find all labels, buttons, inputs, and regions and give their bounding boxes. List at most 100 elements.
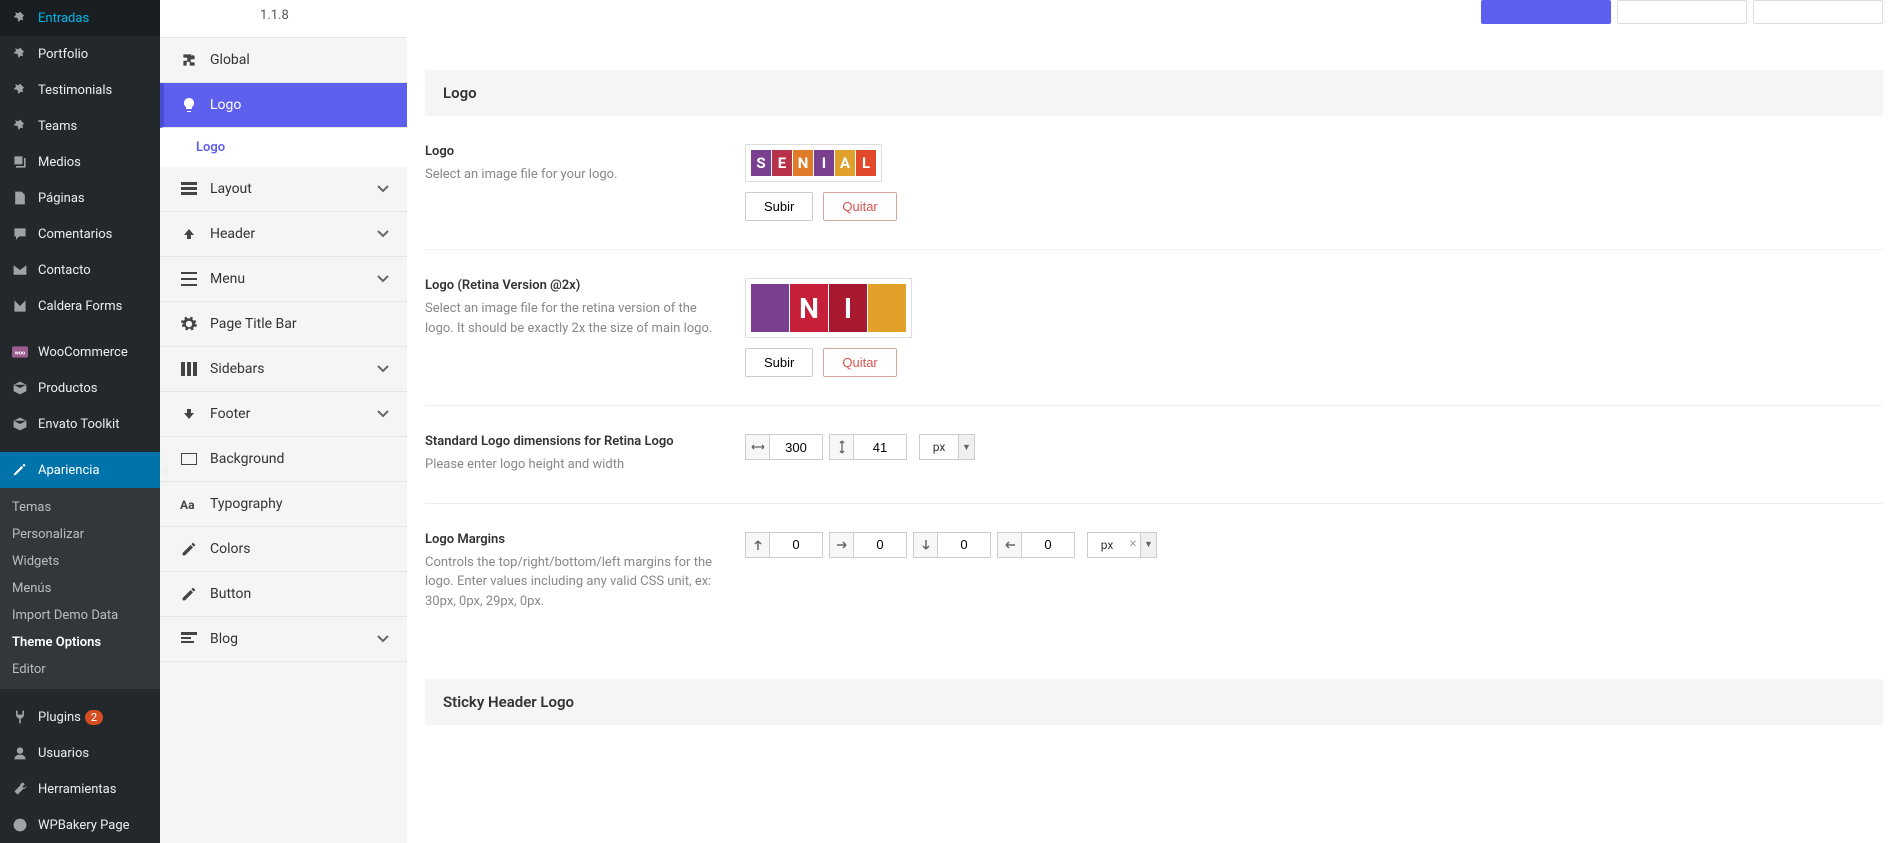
sidebar-item-label: Portfolio	[38, 47, 88, 62]
theme-item-label: Background	[210, 451, 284, 467]
sidebar-item-label: Caldera Forms	[38, 299, 122, 314]
theme-item-background[interactable]: Background	[160, 437, 407, 482]
sidebar-item-label: Medios	[38, 155, 81, 170]
theme-item-sidebars[interactable]: Sidebars	[160, 347, 407, 392]
margin-left-input[interactable]	[1022, 533, 1074, 557]
section-header-sticky: Sticky Header Logo	[425, 679, 1883, 725]
margin-right-field	[829, 532, 907, 558]
field-desc: Select an image file for your logo.	[425, 165, 725, 185]
sidebar-item-label: Páginas	[38, 191, 85, 206]
sidebar-item-caldera-forms[interactable]: Caldera Forms	[0, 288, 160, 324]
logo-tile: I	[829, 284, 867, 332]
sidebar-item-apariencia[interactable]: Apariencia	[0, 452, 160, 488]
theme-item-blog[interactable]: Blog	[160, 617, 407, 662]
margin-top-input[interactable]	[770, 533, 822, 557]
logo-tile: I	[814, 150, 834, 176]
unit-select[interactable]: px ✕ ▼	[1087, 532, 1157, 558]
logo-tile: S	[751, 150, 771, 176]
pin-icon	[10, 8, 30, 28]
theme-item-colors[interactable]: Colors	[160, 527, 407, 572]
sidebar-item-herramientas[interactable]: Herramientas	[0, 771, 160, 807]
pencil-icon	[178, 586, 200, 602]
height-input[interactable]	[854, 435, 906, 459]
unit-select[interactable]: px ▼	[919, 434, 975, 460]
sidebar-subitem-menús[interactable]: Menús	[0, 575, 160, 602]
sidebar-item-plugins[interactable]: Plugins2	[0, 699, 160, 735]
theme-item-label: Colors	[210, 541, 250, 557]
arrow-up-icon	[746, 533, 770, 557]
field-logo: Logo Select an image file for your logo.…	[425, 116, 1883, 250]
remove-button[interactable]: Quitar	[823, 348, 896, 377]
mail-icon	[10, 260, 30, 280]
theme-subitem-logo[interactable]: Logo	[160, 128, 407, 167]
pages-icon	[10, 188, 30, 208]
sidebar-subitem-temas[interactable]: Temas	[0, 494, 160, 521]
sidebar-item-portfolio[interactable]: Portfolio	[0, 36, 160, 72]
theme-item-label: Page Title Bar	[210, 316, 297, 332]
top-action-primary[interactable]	[1481, 0, 1611, 24]
plugin-icon	[10, 707, 30, 727]
theme-item-typography[interactable]: AaTypography	[160, 482, 407, 527]
sidebar-item-envato-toolkit[interactable]: Envato Toolkit	[0, 406, 160, 442]
menu-icon	[178, 272, 200, 286]
theme-item-global[interactable]: Global	[160, 38, 407, 83]
width-input[interactable]	[770, 435, 822, 459]
theme-item-page-title-bar[interactable]: Page Title Bar	[160, 302, 407, 347]
sidebar-item-usuarios[interactable]: Usuarios	[0, 735, 160, 771]
logo-tile: N	[793, 150, 813, 176]
clear-icon[interactable]: ✕	[1126, 533, 1140, 557]
margin-right-input[interactable]	[854, 533, 906, 557]
sidebar-item-testimonials[interactable]: Testimonials	[0, 72, 160, 108]
sidebar-subitem-theme-options[interactable]: Theme Options	[0, 629, 160, 656]
theme-item-button[interactable]: Button	[160, 572, 407, 617]
theme-item-logo[interactable]: Logo	[160, 83, 407, 128]
sidebar-subitem-personalizar[interactable]: Personalizar	[0, 521, 160, 548]
sidebar-item-wpbakery-page[interactable]: WPBakery Page	[0, 807, 160, 843]
height-field	[829, 434, 907, 460]
chevron-down-icon	[377, 361, 389, 377]
margin-bottom-input[interactable]	[938, 533, 990, 557]
arrow-right-icon	[830, 533, 854, 557]
sidebar-item-medios[interactable]: Medios	[0, 144, 160, 180]
top-action-secondary-2[interactable]	[1753, 0, 1883, 24]
theme-item-label: Logo	[210, 97, 241, 113]
sidebar-item-páginas[interactable]: Páginas	[0, 180, 160, 216]
sidebar-item-comentarios[interactable]: Comentarios	[0, 216, 160, 252]
pin-icon	[10, 116, 30, 136]
badge: 2	[85, 710, 103, 725]
field-dimensions: Standard Logo dimensions for Retina Logo…	[425, 406, 1883, 504]
height-icon	[830, 435, 854, 459]
sidebar-item-teams[interactable]: Teams	[0, 108, 160, 144]
sidebar-subitem-editor[interactable]: Editor	[0, 656, 160, 683]
theme-item-header[interactable]: Header	[160, 212, 407, 257]
chevron-down-icon	[377, 226, 389, 242]
theme-item-layout[interactable]: Layout	[160, 167, 407, 212]
sidebar-item-productos[interactable]: Productos	[0, 370, 160, 406]
field-desc: Select an image file for the retina vers…	[425, 299, 725, 338]
wp-admin-sidebar: Entradas Portfolio TestimonialsTeams Medios…	[0, 0, 160, 843]
upload-button[interactable]: Subir	[745, 348, 813, 377]
logo-tile	[751, 284, 789, 332]
sidebar-item-entradas[interactable]: Entradas	[0, 0, 160, 36]
svg-text:woo: woo	[15, 350, 25, 356]
margin-top-field	[745, 532, 823, 558]
sidebar-item-label: Apariencia	[38, 463, 100, 478]
theme-item-label: Blog	[210, 631, 238, 647]
sidebar-subitem-import-demo-data[interactable]: Import Demo Data	[0, 602, 160, 629]
sidebar-subitem-widgets[interactable]: Widgets	[0, 548, 160, 575]
logo-tile	[868, 284, 906, 332]
theme-item-label: Layout	[210, 181, 252, 197]
pin-icon	[10, 44, 30, 64]
chevron-down-icon	[377, 271, 389, 287]
remove-button[interactable]: Quitar	[823, 192, 896, 221]
up-icon	[178, 227, 200, 241]
sidebar-item-woocommerce[interactable]: wooWooCommerce	[0, 334, 160, 370]
bulb-icon	[178, 97, 200, 113]
theme-item-footer[interactable]: Footer	[160, 392, 407, 437]
top-action-secondary-1[interactable]	[1617, 0, 1747, 24]
pin-icon	[10, 80, 30, 100]
theme-item-menu[interactable]: Menu	[160, 257, 407, 302]
upload-button[interactable]: Subir	[745, 192, 813, 221]
sidebar-item-contacto[interactable]: Contacto	[0, 252, 160, 288]
logo-retina-preview: NI	[745, 278, 912, 338]
